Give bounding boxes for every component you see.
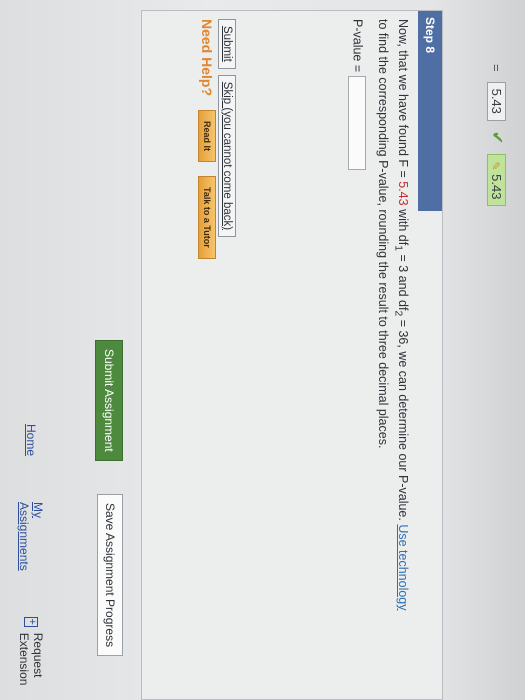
skip-button[interactable]: Skip (you cannot come back): [218, 74, 236, 238]
correct-answer-value: 5.43: [489, 174, 505, 200]
q-text-b: with df: [396, 205, 410, 246]
q-text-c: = 3 and df: [396, 251, 410, 311]
submit-button[interactable]: Submit: [218, 19, 236, 69]
talk-to-tutor-button[interactable]: Talk to a Tutor: [198, 176, 216, 259]
save-progress-button[interactable]: Save Assignment Progress: [97, 494, 123, 657]
plus-icon: +: [24, 616, 38, 627]
pvalue-input[interactable]: [348, 75, 366, 170]
previous-answer-box: 5.43: [487, 81, 507, 121]
request-extension-label: Request Extension: [17, 632, 45, 686]
need-help-label: Need Help?: [199, 19, 215, 97]
submit-assignment-button[interactable]: Submit Assignment: [95, 340, 123, 461]
pencil-icon: ✎: [489, 161, 502, 171]
step-panel: Step 8 Now, that we have found F = 5.43 …: [141, 10, 443, 700]
my-assignments-link[interactable]: My Assignments: [17, 502, 45, 571]
previous-answer-row: = 5.43 ✔ ✎ 5.43: [487, 64, 507, 207]
home-link[interactable]: Home: [24, 424, 38, 456]
request-extension-link[interactable]: + Request Extension: [17, 616, 45, 700]
question-line-1: Now, that we have found F = 5.43 with df…: [393, 19, 411, 611]
step-header: Step 8: [418, 11, 442, 211]
equals-sign: =: [489, 64, 505, 72]
pvalue-row: P-value =: [348, 19, 366, 170]
use-technology-link[interactable]: Use technology: [396, 524, 410, 610]
f-value: 5.43: [396, 181, 410, 206]
question-line-2: to find the corresponding P-value, round…: [376, 19, 390, 449]
step-buttons: Submit Skip (you cannot come back): [218, 19, 236, 238]
need-help-row: Need Help? Read It Talk to a Tutor: [198, 19, 216, 259]
q-text-d: = 36, we can determine our P-value.: [396, 316, 410, 525]
assignment-page: = 5.43 ✔ ✎ 5.43 Step 8 Now, that we have…: [0, 0, 525, 700]
pvalue-label: P-value =: [350, 19, 365, 73]
q-text-a: Now, that we have found F =: [396, 19, 410, 182]
footer-links: Home My Assignments + Request Extension: [17, 424, 45, 700]
read-it-button[interactable]: Read It: [198, 110, 216, 163]
checkmark-icon: ✔: [488, 130, 505, 145]
correct-answer-box: ✎ 5.43: [487, 154, 507, 207]
